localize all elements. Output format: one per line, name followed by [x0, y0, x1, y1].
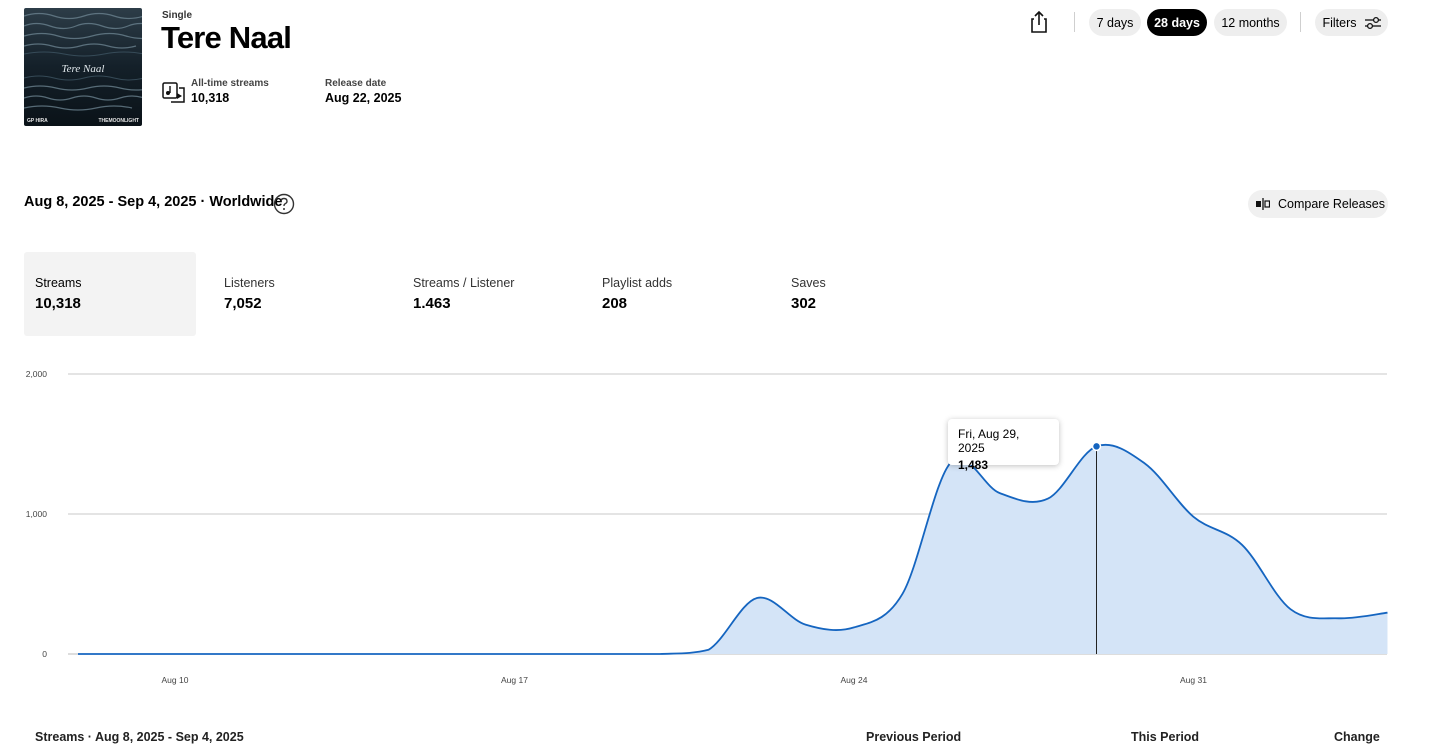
metric-playlist-adds[interactable]: Playlist adds 208 [591, 252, 763, 336]
x-tick-label: Aug 10 [162, 675, 189, 685]
y-tick-label: 0 [42, 649, 47, 659]
toolbar-divider [1074, 12, 1075, 32]
compare-releases-button[interactable]: Compare Releases [1248, 190, 1388, 218]
compare-releases-label: Compare Releases [1278, 197, 1385, 211]
range-7-days-button[interactable]: 7 days [1089, 9, 1141, 36]
metric-saves[interactable]: Saves 302 [780, 252, 952, 336]
alltime-streams-label: All-time streams [191, 78, 269, 89]
date-range-title: Aug 8, 2025 - Sep 4, 2025 · Worldwide [24, 194, 283, 210]
cover-label-text: THEMOONLIGHT [98, 118, 139, 124]
release-date-value: Aug 22, 2025 [325, 91, 402, 105]
streams-chart[interactable]: 0 1,000 2,000 Aug 10 Aug 17 Aug 24 Aug 31 [0, 360, 1445, 700]
x-tick-label: Aug 17 [501, 675, 528, 685]
tooltip-value: 1,483 [958, 458, 989, 472]
hover-point [1091, 441, 1102, 452]
share-icon [1031, 10, 1047, 33]
toolbar-divider [1300, 12, 1301, 32]
cover-artist-text: GP HIRA [27, 118, 48, 124]
share-button[interactable] [1027, 10, 1051, 34]
sliders-icon [1364, 16, 1381, 29]
metric-value: 10,318 [35, 295, 81, 312]
question-circle-icon[interactable] [273, 193, 295, 215]
metric-value: 208 [602, 295, 628, 312]
metric-label: Listeners [224, 276, 275, 290]
column-this-period[interactable]: This Period [1131, 730, 1199, 744]
alltime-streams-value: 10,318 [191, 91, 230, 105]
alltime-streams: All-time streams 10,318 [191, 78, 269, 105]
table-title: Streams · Aug 8, 2025 - Sep 4, 2025 [35, 730, 244, 744]
release-date-label: Release date [325, 78, 387, 89]
streams-icon [162, 82, 186, 104]
x-tick-label: Aug 31 [1180, 675, 1207, 685]
range-28-days-button[interactable]: 28 days [1147, 9, 1207, 36]
column-previous-period[interactable]: Previous Period [866, 730, 961, 744]
cover-title-text: Tere Naal [62, 63, 105, 75]
metric-label: Playlist adds [602, 276, 673, 290]
filters-button[interactable]: Filters [1315, 9, 1388, 36]
y-tick-label: 1,000 [26, 509, 48, 519]
metric-label: Streams [35, 276, 82, 290]
metric-streams-per-listener[interactable]: Streams / Listener 1.463 [402, 252, 574, 336]
metric-listeners[interactable]: Listeners 7,052 [213, 252, 385, 336]
filters-label: Filters [1322, 15, 1357, 30]
release-title: Tere Naal [161, 20, 292, 55]
range-12-months-button[interactable]: 12 months [1214, 9, 1287, 36]
metric-value: 7,052 [224, 295, 262, 312]
metric-streams[interactable]: Streams 10,318 [24, 252, 196, 336]
tooltip-date: Fri, Aug 29, 2025 [958, 427, 1020, 455]
compare-icon [1256, 198, 1270, 210]
release-date: Release date Aug 22, 2025 [325, 78, 401, 105]
metric-label: Saves [791, 276, 826, 290]
album-cover: Tere Naal GP HIRA THEMOONLIGHT [24, 8, 142, 126]
x-tick-label: Aug 24 [841, 675, 868, 685]
column-change[interactable]: Change [1334, 730, 1380, 744]
metric-value: 1.463 [413, 295, 451, 312]
chart-tooltip: Fri, Aug 29, 2025 1,483 [948, 419, 1059, 472]
metric-label: Streams / Listener [413, 276, 515, 290]
metric-value: 302 [791, 295, 817, 312]
y-tick-label: 2,000 [26, 369, 48, 379]
